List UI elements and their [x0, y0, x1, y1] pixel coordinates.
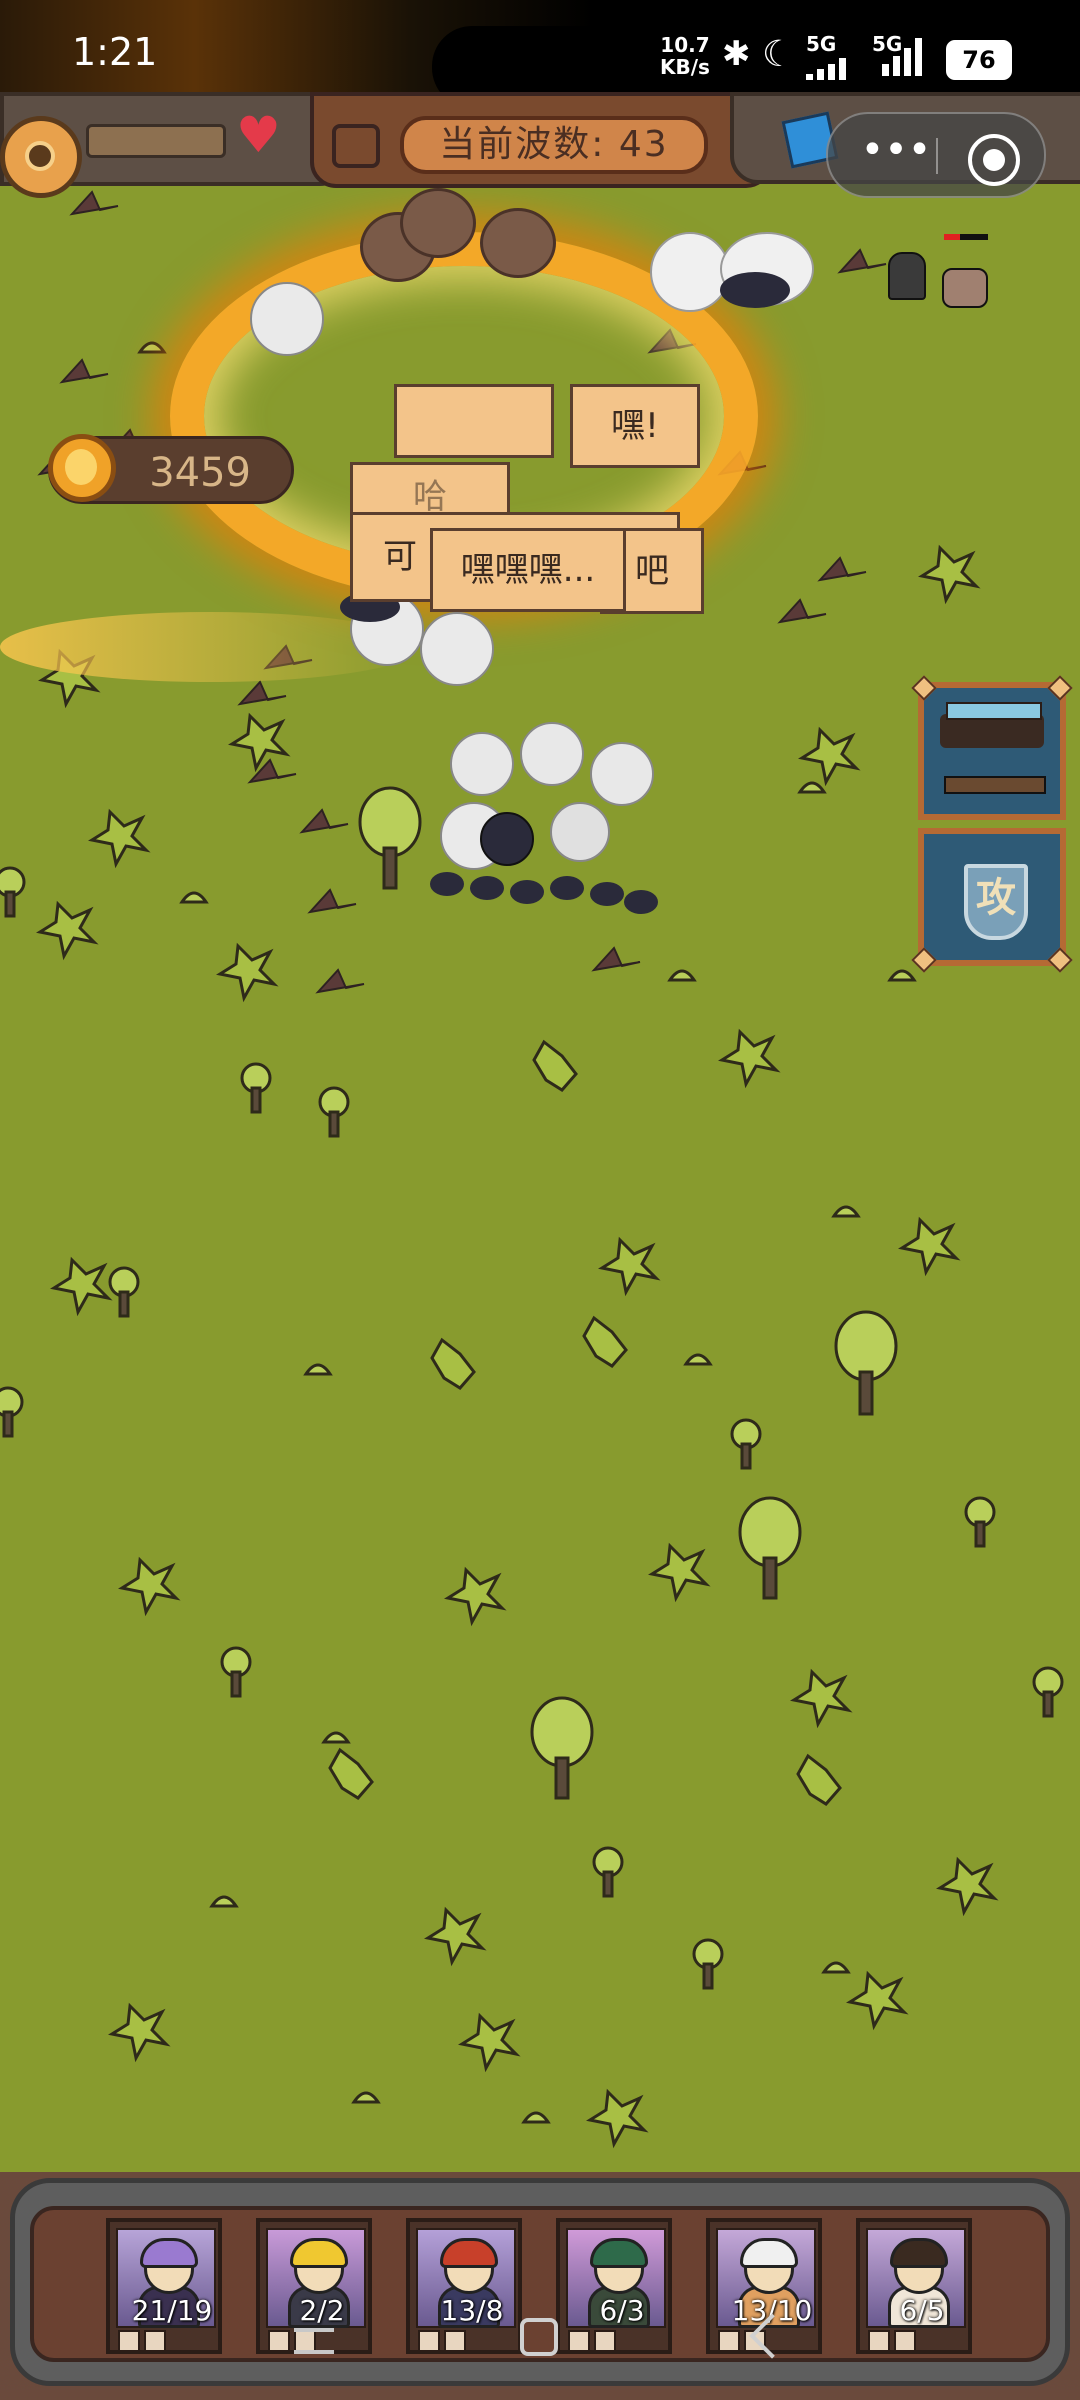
enemy-health-bar: [944, 234, 988, 240]
bluetooth-icon: ✱: [722, 34, 751, 74]
enemy-unit: [470, 876, 504, 900]
enemy-unit: [942, 268, 988, 308]
hero-count: 6/3: [599, 2294, 645, 2327]
enemy-unit: [250, 282, 324, 356]
network-speed-unit: KB/s: [660, 55, 710, 79]
recent-apps-icon[interactable]: [294, 2328, 334, 2354]
enemy-unit: [430, 872, 464, 896]
hero-card[interactable]: 13/8: [406, 2218, 522, 2354]
enemy-unit: [420, 612, 494, 686]
hero-portrait: 21/19: [116, 2228, 216, 2328]
speech-bubble: 嘿!: [570, 384, 700, 468]
signal1-icon: [806, 58, 846, 80]
hero-portrait: 2/2: [266, 2228, 366, 2328]
enemy-unit: [720, 272, 790, 308]
enemy-unit: [450, 732, 514, 796]
attack-shield-icon: 攻: [964, 864, 1028, 940]
gold-coin-icon: [48, 434, 116, 502]
enemy-unit: [550, 802, 610, 862]
hero-count: 13/8: [440, 2294, 504, 2327]
heart-icon: ♥: [236, 106, 281, 164]
speech-bubble: 嘿嘿嘿...: [430, 528, 626, 612]
enemy-unit: [624, 890, 658, 914]
more-dots-icon[interactable]: •••: [856, 130, 936, 180]
status-bar: 1:21 10.7 KB/s ✱ ☾ 5G 5G 76: [0, 0, 1080, 108]
enemy-unit: [520, 722, 584, 786]
miniprogram-capsule: •••: [826, 112, 1046, 198]
weapons-rack-button[interactable]: [911, 675, 1073, 820]
attack-button[interactable]: 攻: [911, 828, 1073, 973]
signal2-icon: [882, 36, 922, 76]
speech-bubble: [394, 384, 554, 458]
battlefield[interactable]: 嘿! 哈 可 吧 嘿嘿嘿...: [0, 92, 1080, 2172]
hero-hair: [590, 2238, 648, 2268]
tree-icon: [0, 786, 1064, 1990]
hero-hair: [440, 2238, 498, 2268]
base-health-bar: [86, 124, 226, 158]
smoke-puff: [480, 208, 556, 278]
hero-card[interactable]: 6/5: [856, 2218, 972, 2354]
hero-hair: [290, 2238, 348, 2268]
enemy-crowd[interactable]: [420, 692, 680, 932]
sword-icon: [944, 776, 1046, 794]
hero-hair: [890, 2238, 948, 2268]
wave-flag-icon: [332, 124, 380, 168]
enemy-unit: [550, 876, 584, 900]
sim1-label: 5G: [806, 32, 837, 56]
hero-unit: [888, 252, 926, 300]
hero-hair: [140, 2238, 198, 2268]
enemy-unit: [590, 742, 654, 806]
hero-portrait: 6/3: [566, 2228, 666, 2328]
smoke-puff: [400, 188, 476, 258]
hero-count: 6/5: [899, 2294, 945, 2327]
moon-icon: ☾: [762, 34, 795, 75]
hero-portrait: 13/8: [416, 2228, 516, 2328]
home-icon[interactable]: [520, 2318, 558, 2356]
network-speed-value: 10.7: [660, 33, 710, 57]
hero-card[interactable]: 6/3: [556, 2218, 672, 2354]
settings-gear-icon[interactable]: [0, 116, 82, 198]
capsule-divider: [936, 138, 938, 174]
enemy-unit: [480, 812, 534, 866]
close-target-icon[interactable]: [968, 134, 1020, 186]
weapons-rack-top: [946, 702, 1042, 720]
enemy-unit: [650, 232, 730, 312]
status-time: 1:21: [72, 30, 158, 74]
hero-hair: [740, 2238, 798, 2268]
hero-count: 2/2: [299, 2294, 345, 2327]
enemy-unit: [510, 880, 544, 904]
hero-card[interactable]: 21/19: [106, 2218, 222, 2354]
network-speed: 10.7 KB/s: [660, 34, 710, 78]
hero-portrait: 13/10: [716, 2228, 816, 2328]
hero-count: 21/19: [131, 2294, 213, 2327]
enemy-unit: [590, 882, 624, 906]
battery-indicator: 76: [946, 40, 1012, 80]
wave-counter: 当前波数: 43: [400, 116, 708, 174]
hero-portrait: 6/5: [866, 2228, 966, 2328]
